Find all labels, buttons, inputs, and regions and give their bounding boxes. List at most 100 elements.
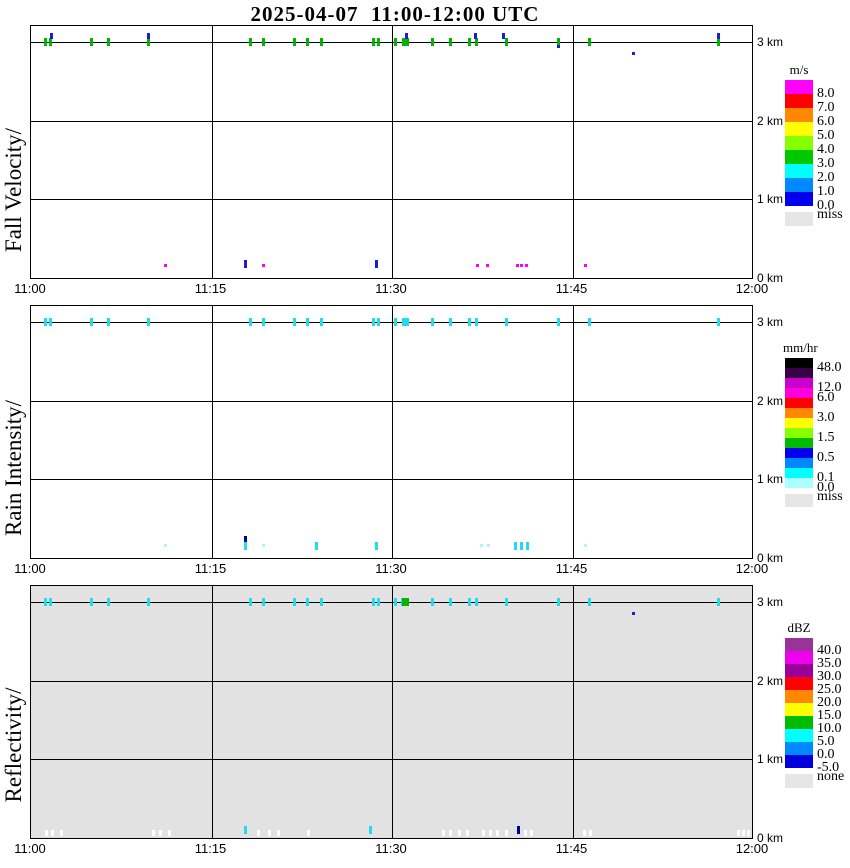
- y-tick-label: 2 km: [757, 673, 784, 688]
- data-mark: [431, 598, 435, 606]
- radar-quicklook-figure: 2025-04-07 11:00-12:00 UTC Fall Velocity…: [0, 0, 850, 868]
- data-mark: [587, 598, 591, 606]
- data-mark: [401, 38, 409, 46]
- data-mark: [474, 598, 478, 606]
- data-mark: [89, 598, 93, 606]
- data-mark: [49, 32, 53, 39]
- gridline-time: [392, 586, 393, 838]
- x-tick-label: 11:30: [375, 561, 407, 576]
- data-mark: [372, 38, 376, 46]
- y-tick-label: 1 km: [757, 472, 784, 487]
- data-mark: [256, 830, 260, 837]
- colorbar-reflectivity: dBZ 40.0 35.0 30.0 25.0 20.0 15.0 10.0 5.0 0.0 -5.…: [783, 620, 850, 810]
- colorbar-band: [785, 703, 813, 716]
- colorbar-band: [785, 368, 813, 378]
- x-tick-label: 11:45: [555, 281, 588, 296]
- colorbar-band: [785, 468, 813, 478]
- data-mark: [556, 318, 560, 326]
- data-mark: [164, 543, 168, 547]
- data-mark: [243, 542, 247, 551]
- colorbar-fall-velocity: m/s 8.0 7.0 6.0 5.0 4.0 3.0 2.0 1.0 0.0 miss: [783, 62, 850, 242]
- colorbar-missing-swatch: [785, 212, 813, 226]
- x-tick-label: 11:00: [14, 281, 46, 296]
- colorbar-unit-label: mm/hr: [783, 340, 818, 355]
- data-mark: [746, 830, 750, 837]
- y-tick-label: 3 km: [757, 35, 784, 49]
- data-mark: [243, 259, 247, 268]
- data-mark: [307, 830, 311, 837]
- data-mark: [404, 32, 408, 39]
- x-tick-label: 11:00: [14, 561, 46, 576]
- y-axis-label-rain-intensity: Rain Intensity/: [1, 399, 26, 537]
- data-mark: [431, 38, 435, 46]
- data-mark: [164, 263, 168, 267]
- data-mark: [467, 598, 471, 606]
- data-mark: [584, 543, 588, 547]
- colorbar-band: [785, 677, 813, 690]
- data-mark: [466, 830, 470, 837]
- data-mark: [716, 318, 720, 326]
- data-mark: [504, 830, 508, 837]
- data-mark: [741, 830, 745, 837]
- y-axis-label-reflectivity: Reflectivity/: [1, 687, 26, 803]
- panel-fall-velocity: [30, 25, 753, 279]
- colorbar-missing-label: none: [817, 769, 845, 784]
- data-mark: [43, 598, 47, 606]
- data-mark: [504, 598, 508, 606]
- data-mark: [377, 38, 381, 46]
- data-mark: [293, 598, 297, 606]
- data-mark: [401, 598, 409, 606]
- colorbar-band: [785, 448, 813, 458]
- colorbar-band: [785, 408, 813, 418]
- data-mark: [248, 598, 252, 606]
- gridline-time: [211, 26, 213, 278]
- data-mark: [485, 263, 489, 267]
- data-mark: [514, 542, 518, 551]
- data-mark: [43, 38, 47, 46]
- x-tick-label: 11:15: [194, 561, 227, 576]
- data-mark: [261, 38, 265, 46]
- data-mark: [48, 38, 52, 46]
- data-mark: [106, 38, 110, 46]
- data-mark: [449, 38, 453, 46]
- data-mark: [467, 38, 471, 46]
- colorbar-band: [785, 755, 813, 768]
- data-mark: [306, 598, 310, 606]
- panel-reflectivity: [30, 585, 753, 839]
- data-mark: [147, 598, 151, 606]
- data-mark: [319, 598, 323, 606]
- colorbar-band: [785, 164, 813, 178]
- x-tick-label: 11:45: [555, 841, 588, 856]
- data-mark: [442, 830, 446, 837]
- colorbar-band: [785, 80, 813, 94]
- data-mark: [106, 318, 110, 326]
- data-mark: [261, 543, 265, 547]
- y-tick-label: 1 km: [757, 752, 784, 767]
- data-mark: [261, 263, 265, 267]
- data-mark: [473, 32, 477, 39]
- data-mark: [504, 318, 508, 326]
- data-mark: [306, 38, 310, 46]
- data-mark: [293, 318, 297, 326]
- data-mark: [716, 38, 720, 46]
- colorbar-band: [785, 150, 813, 164]
- gridline-time: [211, 586, 213, 838]
- data-mark: [525, 263, 529, 267]
- data-mark: [716, 598, 720, 606]
- data-mark: [401, 318, 409, 326]
- data-mark: [475, 263, 479, 267]
- data-mark: [556, 598, 560, 606]
- y-tick-label: 3 km: [757, 315, 784, 329]
- panel-rain-intensity: [30, 305, 753, 559]
- data-mark: [106, 598, 110, 606]
- data-mark: [48, 318, 52, 326]
- data-mark: [147, 38, 151, 46]
- data-mark: [394, 318, 398, 326]
- data-mark: [374, 259, 378, 268]
- colorbar-band: [785, 428, 813, 438]
- data-mark: [526, 542, 530, 551]
- data-mark: [243, 536, 247, 543]
- data-mark: [248, 318, 252, 326]
- data-mark: [372, 318, 376, 326]
- data-mark: [583, 830, 587, 837]
